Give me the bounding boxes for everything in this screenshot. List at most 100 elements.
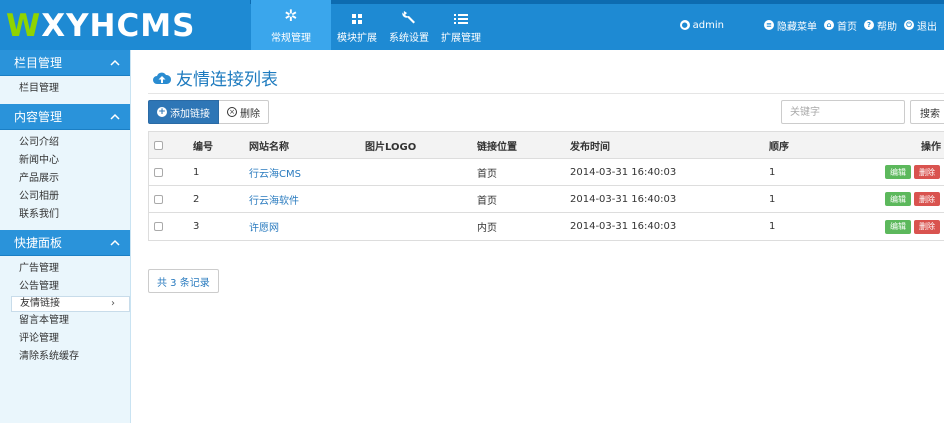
sidebar-item-notices[interactable]: 公告管理 [0,278,130,296]
home-link[interactable]: ⌂ 首页 [824,18,857,33]
row-id: 3 [193,221,200,232]
hide-menu-link[interactable]: ≡ 隐藏菜单 [764,18,817,33]
search-input[interactable] [781,100,905,124]
nav-label: 模块扩展 [337,33,377,44]
sidebar-item-comments[interactable]: 评论管理 [0,330,130,348]
section-title: 内容管理 [14,110,63,124]
title-divider [148,93,944,94]
section-title: 快捷面板 [14,236,63,250]
select-all-checkbox[interactable] [154,132,163,158]
help-label: 帮助 [877,21,897,33]
nav-item-extensions[interactable]: 扩展管理 [435,0,487,50]
sidebar-item-contact[interactable]: 联系我们 [0,206,130,224]
edit-button[interactable]: 编辑 [885,219,911,234]
plus-icon: + [157,107,167,117]
sidebar-item-column-manage[interactable]: 栏目管理 [0,80,130,98]
sidebar-list-content: 公司介绍 新闻中心 产品展示 公司相册 联系我们 [0,130,130,230]
username: admin [692,19,724,31]
chevron-up-icon [110,113,120,120]
chevron-up-icon [110,59,120,66]
row-checkbox[interactable] [154,213,163,240]
sidebar-list-column: 栏目管理 [0,76,130,104]
nav-item-general[interactable]: ✲ 常规管理 [251,0,331,50]
sidebar-section-column[interactable]: 栏目管理 [0,50,130,76]
section-title: 栏目管理 [14,56,63,70]
table-row: 3 许愿网 内页 2014-03-31 16:40:03 1 编辑 删除 [149,213,944,240]
delete-row-button[interactable]: 删除 [914,165,940,179]
sidebar-item-album[interactable]: 公司相册 [0,188,130,206]
logout-link[interactable]: ⏻ 退出 [904,18,937,33]
add-link-label: 添加链接 [170,108,210,120]
edit-button[interactable]: 编辑 [885,165,911,179]
logo-text: WXYHCMS [6,6,195,46]
row-checkbox[interactable] [154,159,163,185]
delete-button[interactable]: × 删除 [219,100,269,124]
row-site-link[interactable]: 行云海CMS [249,159,301,185]
logout-label: 退出 [917,21,937,33]
edit-button[interactable]: 编辑 [885,192,911,206]
row-id: 1 [193,166,200,178]
header-position: 链接位置 [477,141,517,153]
sidebar-item-links[interactable]: 友情链接 › [11,296,130,312]
sidebar-list-quick: 广告管理 公告管理 友情链接 › 留言本管理 评论管理 清除系统缓存 [0,256,130,372]
table-header: 编号 网站名称 图片LOGO 链接位置 发布时间 顺序 操作 [149,132,944,159]
row-position: 首页 [477,195,497,207]
row-time: 2014-03-31 16:40:03 [570,166,677,178]
checkbox-box [154,140,163,150]
grid-icon [351,13,363,25]
logo[interactable]: WXYHCMS [0,0,250,50]
delete-row-button[interactable]: 删除 [914,192,940,206]
row-position: 内页 [477,223,497,234]
sidebar-item-clear-cache[interactable]: 清除系统缓存 [0,348,130,366]
header-actions: 操作 [921,141,941,153]
delete-label: 删除 [240,108,260,120]
main-content: 友情连接列表 + 添加链接 × 删除 搜索 编号 网站名称 图片LOGO 链接位… [148,50,944,423]
sidebar-item-about[interactable]: 公司介绍 [0,134,130,152]
menu-icon: ≡ [764,20,774,30]
checkbox-box [154,167,163,177]
page-title-text: 友情连接列表 [176,70,278,90]
row-position: 首页 [477,168,497,180]
header-right: ● admin ≡ 隐藏菜单 ⌂ 首页 ? 帮助 ⏻ 退出 [679,0,944,50]
home-label: 首页 [837,21,857,33]
sidebar-item-ads[interactable]: 广告管理 [0,260,130,278]
top-header: WXYHCMS ✲ 常规管理 模块扩展 系统设置 扩展管理 ● admin ≡ … [0,0,944,50]
checkbox-box [154,194,163,204]
checkbox-box [154,222,163,231]
add-link-button[interactable]: + 添加链接 [148,100,219,124]
page-title: 友情连接列表 [152,65,278,90]
help-link[interactable]: ? 帮助 [864,18,897,33]
list-icon [454,13,468,25]
delete-row-button[interactable]: 删除 [914,219,940,234]
row-order: 1 [769,221,776,232]
row-time: 2014-03-31 16:40:03 [570,221,677,232]
row-actions: 编辑 删除 [885,159,940,185]
header-logo: 图片LOGO [365,141,417,153]
user-menu[interactable]: ● admin [679,19,724,31]
sidebar-item-products[interactable]: 产品展示 [0,170,130,188]
sidebar-item-guestbook[interactable]: 留言本管理 [0,312,130,330]
top-nav: ✲ 常规管理 模块扩展 系统设置 扩展管理 [251,0,487,50]
sidebar-section-quick[interactable]: 快捷面板 [0,230,130,256]
table-row: 1 行云海CMS 首页 2014-03-31 16:40:03 1 编辑 删除 [149,159,944,186]
home-icon: ⌂ [824,20,834,30]
nav-item-settings[interactable]: 系统设置 [383,0,435,50]
row-order: 1 [769,193,776,205]
help-icon: ? [864,20,874,30]
row-site-link[interactable]: 许愿网 [249,213,279,240]
links-table: 编号 网站名称 图片LOGO 链接位置 发布时间 顺序 操作 1 行云海CMS … [148,131,944,241]
row-actions: 编辑 删除 [885,213,940,240]
nav-item-modules[interactable]: 模块扩展 [331,0,383,50]
sidebar-item-news[interactable]: 新闻中心 [0,152,130,170]
close-circle-icon: × [227,107,237,117]
row-actions: 编辑 删除 [885,186,940,212]
logout-icon: ⏻ [904,20,914,30]
wrench-icon [401,9,417,25]
row-site-link[interactable]: 行云海软件 [249,186,299,212]
toolbar: + 添加链接 × 删除 [148,100,269,124]
sidebar-section-content[interactable]: 内容管理 [0,104,130,130]
gear-icon: ✲ [284,6,298,25]
search-button[interactable]: 搜索 [910,100,944,124]
row-checkbox[interactable] [154,186,163,212]
header-id: 编号 [193,141,213,153]
